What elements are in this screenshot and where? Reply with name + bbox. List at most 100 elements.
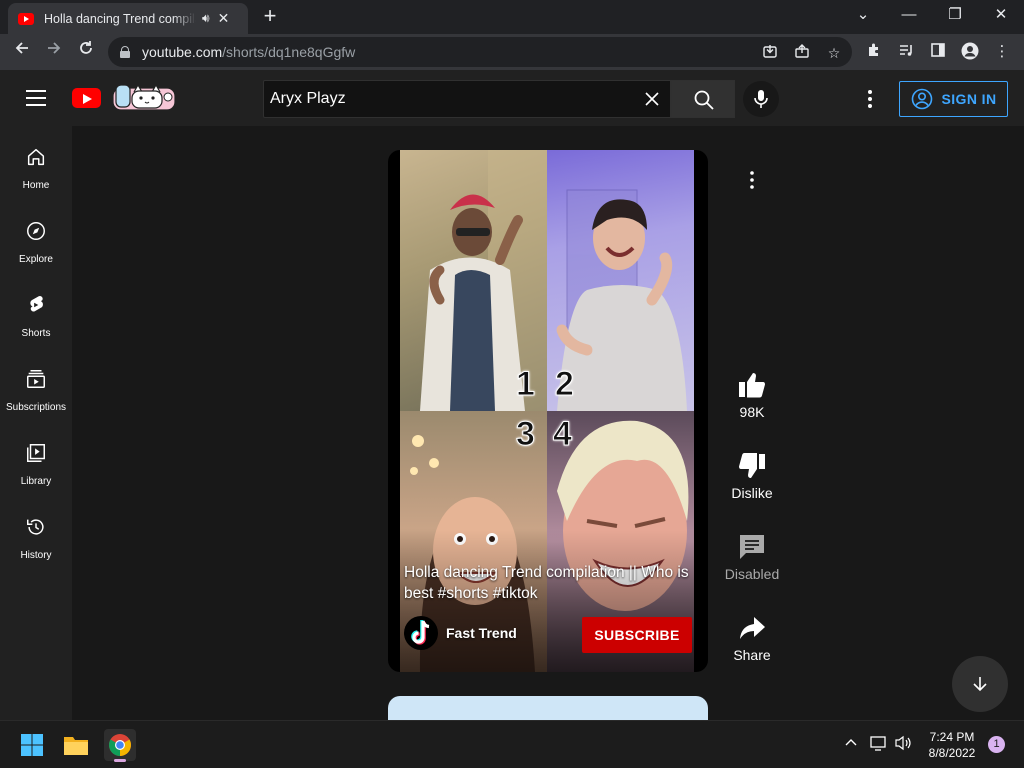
- sidebar-item-label: Library: [20, 476, 52, 487]
- video-quadrant-2: 2: [547, 150, 694, 411]
- sign-in-button[interactable]: SIGN IN: [899, 81, 1008, 117]
- comments-button[interactable]: Disabled: [712, 532, 792, 582]
- short-more-options-icon[interactable]: [748, 170, 756, 190]
- next-short-button[interactable]: [952, 656, 1008, 712]
- like-count: 98K: [739, 404, 765, 420]
- sidebar-item-label: Explore: [19, 254, 53, 265]
- voice-search-button[interactable]: [743, 81, 779, 117]
- start-button[interactable]: [16, 729, 48, 761]
- channel-name[interactable]: Fast Trend: [446, 625, 517, 641]
- browser-tab[interactable]: Holla dancing Trend compilation || Who i…: [8, 3, 248, 34]
- youtube-favicon-icon: [18, 12, 34, 25]
- subscriptions-icon: [27, 370, 45, 388]
- microphone-icon: [754, 90, 768, 108]
- home-icon: [27, 148, 45, 166]
- quadrant-number: 1: [516, 365, 536, 404]
- arrow-down-icon: [973, 677, 987, 692]
- extensions-icon[interactable]: [864, 42, 884, 62]
- tab-title: Holla dancing Trend compilation || Who i…: [44, 11, 196, 26]
- short-title[interactable]: Holla dancing Trend compilation || Who i…: [404, 562, 690, 604]
- clock-time: 7:24 PM: [929, 730, 975, 744]
- subscribe-button[interactable]: SUBSCRIBE: [582, 617, 692, 653]
- sidebar-item-home[interactable]: Home: [0, 126, 72, 200]
- close-window-button[interactable]: ✕: [986, 4, 1016, 28]
- back-button[interactable]: [10, 40, 34, 64]
- forward-button[interactable]: [42, 40, 66, 64]
- quadrant-number: 2: [555, 365, 575, 404]
- sidebar-item-label: History: [20, 550, 52, 561]
- youtube-header: SIGN IN: [0, 70, 1024, 126]
- quadrant-number: 3: [516, 415, 536, 454]
- tiktok-logo-icon: [411, 620, 430, 645]
- file-explorer-button[interactable]: [60, 729, 92, 761]
- share-label: Share: [733, 647, 771, 663]
- forward-arrow-icon: [48, 42, 61, 54]
- browser-menu-icon[interactable]: ⋮: [992, 42, 1012, 62]
- volume-icon[interactable]: [894, 735, 912, 754]
- sidebar-item-subscriptions[interactable]: Subscriptions: [0, 348, 72, 422]
- lock-icon: [120, 46, 130, 58]
- like-button[interactable]: 98K: [712, 370, 792, 420]
- thumbs-down-icon: [739, 453, 765, 478]
- side-panel-icon[interactable]: [928, 42, 948, 62]
- restore-button[interactable]: ❐: [940, 4, 970, 28]
- video-quadrant-1: 1: [400, 150, 547, 411]
- tab-close-icon[interactable]: ✕: [218, 10, 230, 27]
- new-tab-button[interactable]: +: [258, 5, 282, 29]
- search-icon: [694, 90, 714, 110]
- sidebar-item-explore[interactable]: Explore: [0, 200, 72, 274]
- tab-search-icon[interactable]: ⌄: [848, 4, 878, 28]
- sidebar-item-library[interactable]: Library: [0, 422, 72, 496]
- share-arrow-icon: [740, 617, 765, 639]
- bookmark-star-icon[interactable]: ☆: [824, 43, 844, 63]
- minimize-button[interactable]: —: [894, 4, 924, 28]
- dislike-button[interactable]: Dislike: [712, 451, 792, 501]
- shorts-icon: [30, 296, 43, 312]
- dislike-label: Dislike: [731, 485, 773, 501]
- sidebar-item-history[interactable]: History: [0, 496, 72, 570]
- sidebar-item-label: Subscriptions: [5, 402, 67, 413]
- taskbar-clock[interactable]: 7:24 PM 8/8/2022: [920, 729, 984, 761]
- search-input[interactable]: [270, 90, 630, 108]
- history-icon: [27, 519, 44, 535]
- comment-icon: [740, 535, 764, 559]
- address-bar[interactable]: youtube.com/shorts/dq1ne8qGgfw ☆: [108, 37, 852, 67]
- url-host: youtube.com: [142, 44, 223, 60]
- chrome-taskbar-button[interactable]: [104, 729, 136, 762]
- sign-in-label: SIGN IN: [941, 91, 997, 107]
- clear-search-icon[interactable]: [642, 89, 662, 109]
- notification-badge[interactable]: 1: [988, 736, 1005, 753]
- short-video[interactable]: 1 2 3 4 Holla dancing Trend compilation …: [400, 150, 694, 672]
- quadrant-number: 4: [553, 415, 573, 454]
- sidebar-item-label: Shorts: [21, 328, 51, 339]
- youtube-logo[interactable]: [72, 88, 101, 108]
- screen: Holla dancing Trend compilation || Who i…: [0, 0, 1024, 768]
- browser-toolbar: youtube.com/shorts/dq1ne8qGgfw ☆ ⋮: [0, 34, 1024, 70]
- reload-icon: [80, 41, 92, 54]
- search-button[interactable]: [671, 80, 735, 118]
- share-page-icon[interactable]: [792, 43, 812, 63]
- comments-label: Disabled: [724, 566, 780, 582]
- speaker-icon[interactable]: 🔊︎: [202, 11, 210, 26]
- channel-info[interactable]: Fast Trend: [404, 616, 517, 650]
- reload-button[interactable]: [74, 40, 98, 64]
- show-hidden-icons-icon[interactable]: [844, 735, 858, 752]
- install-icon[interactable]: [760, 43, 780, 63]
- settings-more-icon[interactable]: [860, 87, 880, 111]
- account-icon: [911, 88, 932, 110]
- profile-icon[interactable]: [960, 42, 980, 62]
- doodle-cat-logo[interactable]: [112, 82, 176, 112]
- short-player[interactable]: 1 2 3 4 Holla dancing Trend compilation …: [388, 150, 708, 672]
- thumbs-up-icon: [739, 373, 765, 398]
- chrome-logo-icon: [109, 734, 131, 756]
- back-arrow-icon: [15, 42, 28, 54]
- network-icon[interactable]: [870, 735, 888, 754]
- sidebar-item-shorts[interactable]: Shorts: [0, 274, 72, 348]
- compass-icon: [27, 222, 45, 240]
- share-button[interactable]: Share: [712, 613, 792, 663]
- media-control-icon[interactable]: [896, 42, 916, 62]
- channel-avatar[interactable]: [404, 616, 438, 650]
- hamburger-menu-icon[interactable]: [26, 90, 46, 106]
- library-icon: [27, 444, 45, 462]
- clock-date: 8/8/2022: [928, 746, 976, 760]
